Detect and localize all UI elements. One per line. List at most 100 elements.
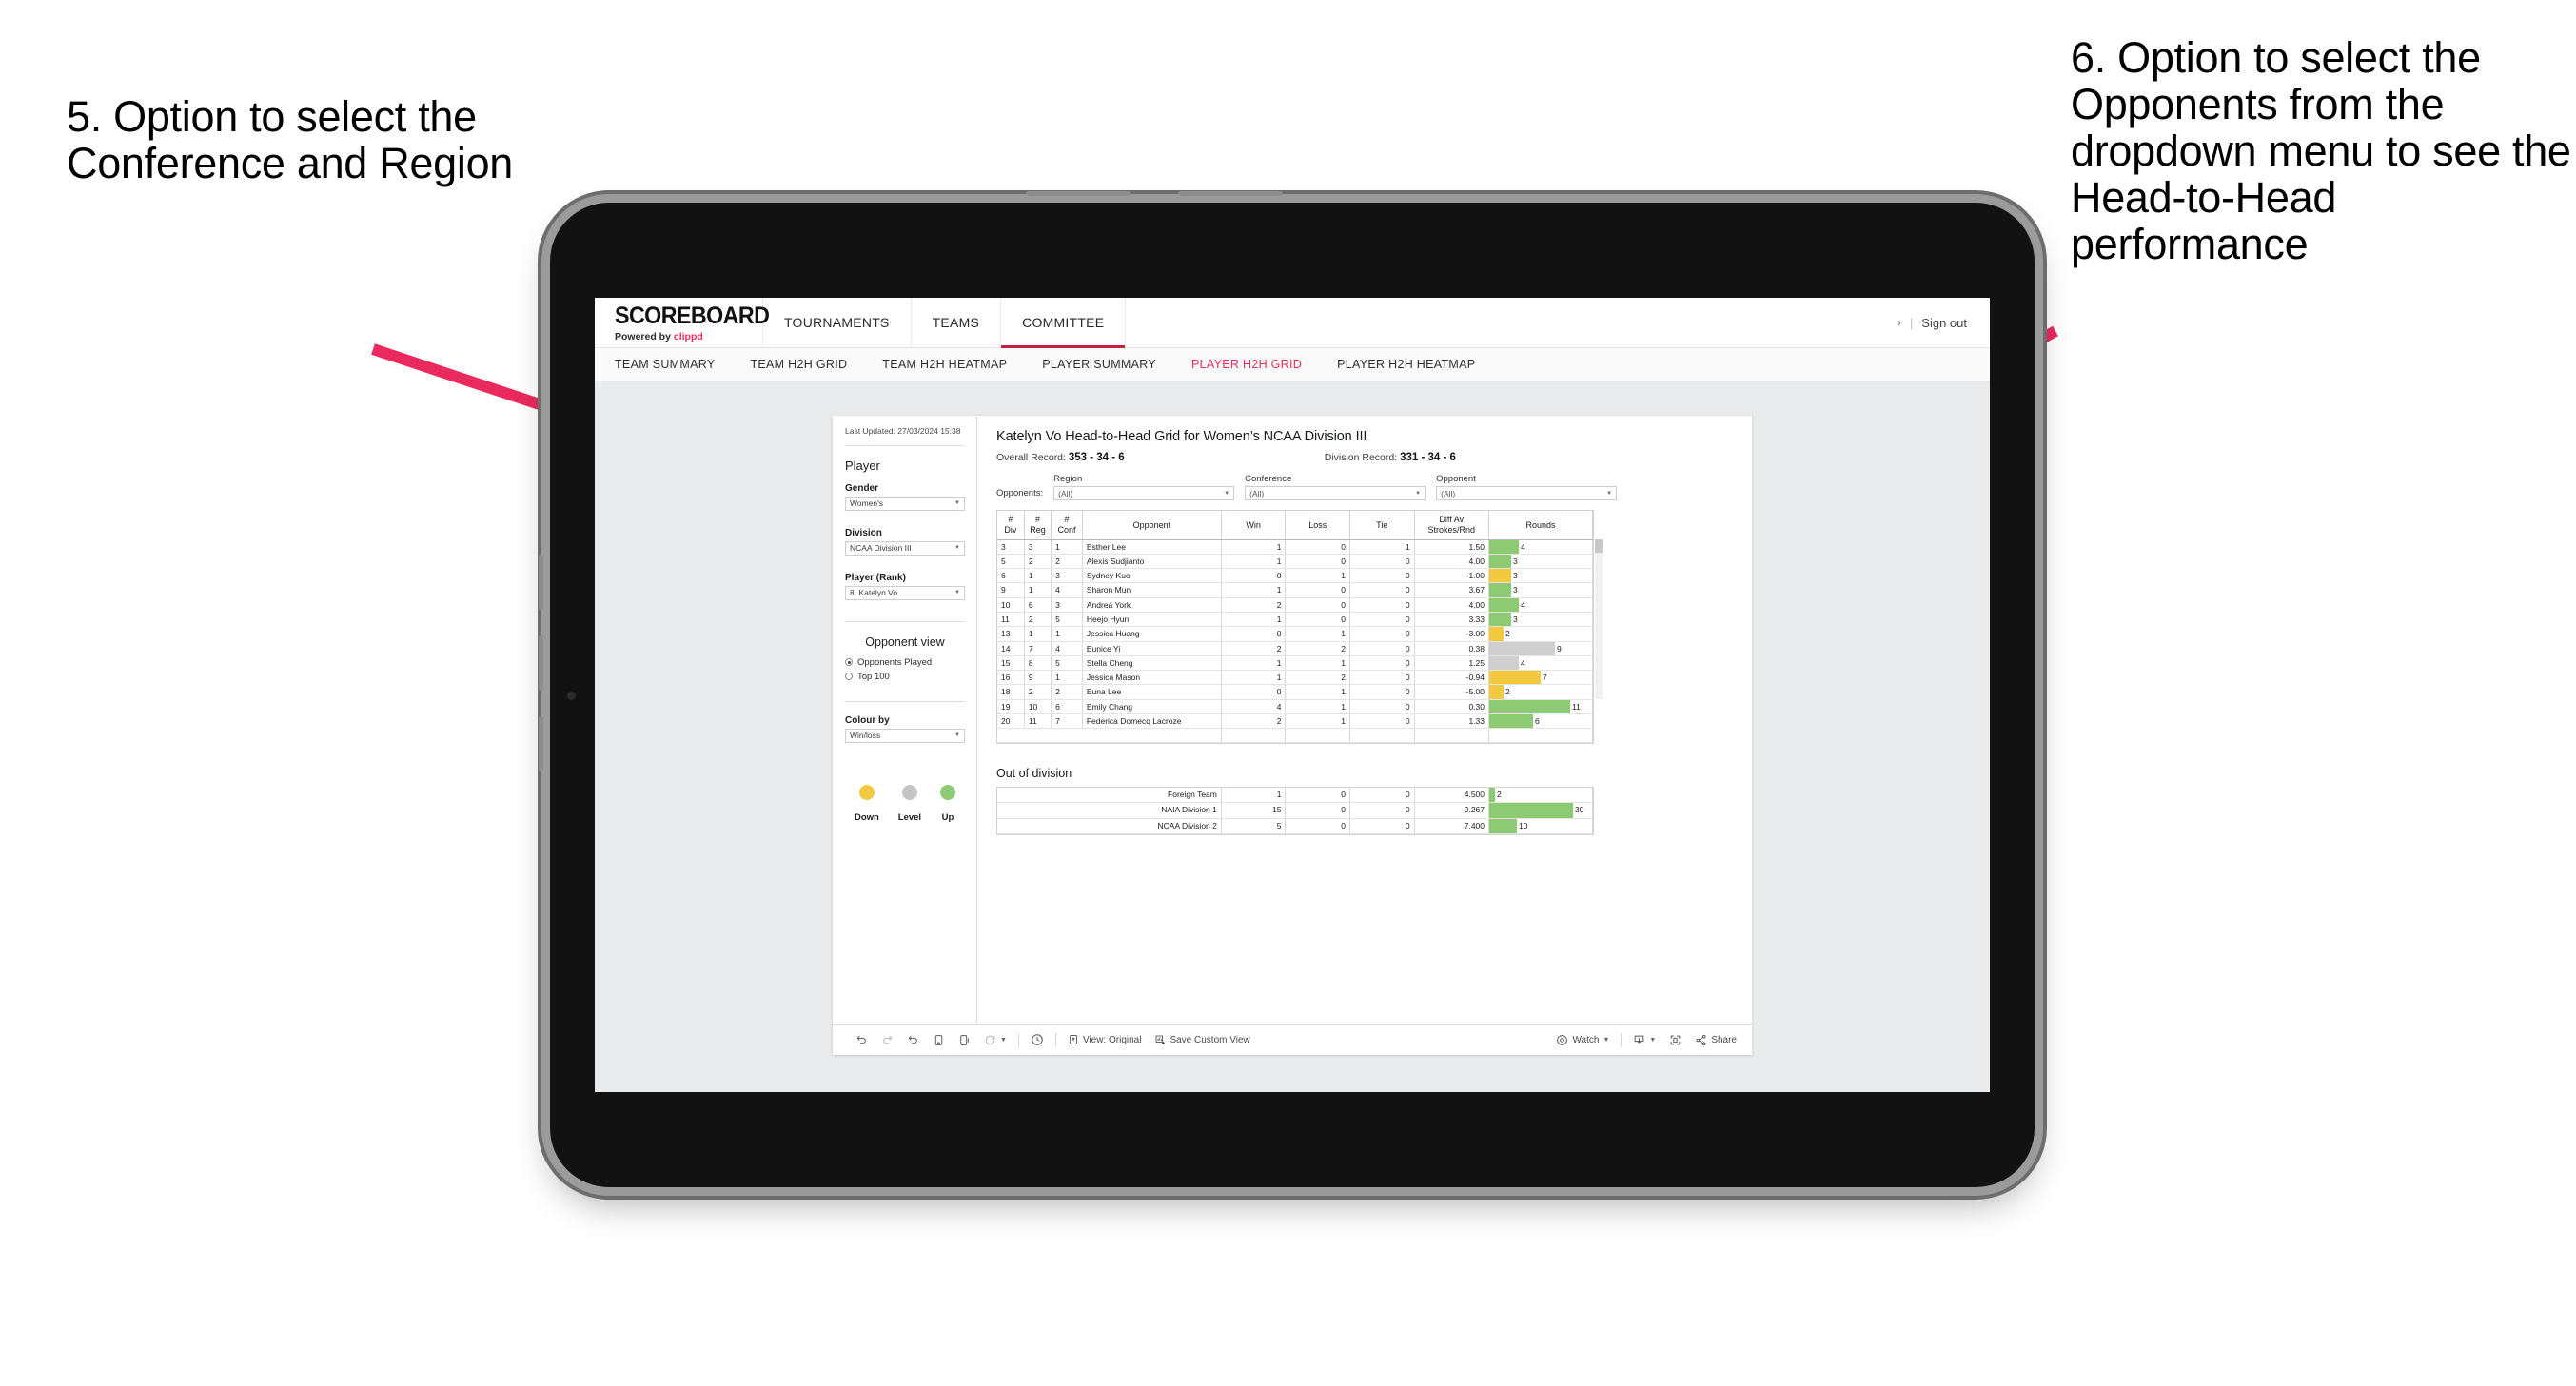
cell-rounds: 4 [1488,597,1593,613]
table-row[interactable]: 11 2 5 Heejo Hyun 1 0 0 3.33 3 [997,612,1593,628]
subnav-team-h2h-heatmap[interactable]: TEAM H2H HEATMAP [882,358,1007,371]
table-row[interactable]: 15 8 5 Stella Cheng 1 1 0 1.25 4 [997,655,1593,672]
cell-diff-av: 0.30 [1414,699,1490,715]
gender-select[interactable]: Women's ▼ [845,496,965,511]
colour-legend: Down Level Up [845,784,965,823]
pause-updates-button[interactable] [952,1034,977,1046]
subnav-player-h2h-grid[interactable]: PLAYER H2H GRID [1191,358,1302,371]
pause-auto-updates-button[interactable] [1024,1033,1051,1046]
refresh-dropdown-button[interactable]: ▼ [977,1034,1013,1046]
fullscreen-button[interactable] [1662,1034,1688,1046]
cell-ood-diff: 9.267 [1414,802,1490,819]
save-custom-view-button[interactable]: Save Custom View [1148,1034,1256,1045]
radio-top-100[interactable]: Top 100 [845,672,965,682]
nav-committee[interactable]: COMMITTEE [1001,298,1127,348]
col-reg[interactable]: # Reg [1024,511,1052,540]
table-row[interactable]: 10 6 3 Andrea York 2 0 0 4.00 4 [997,597,1593,613]
page-background: Last Updated: 27/03/2024 15:38 Player Ge… [595,381,1990,1092]
table-row[interactable]: 16 9 1 Jessica Mason 1 2 0 -0.94 7 [997,670,1593,686]
brand-sub-clippd: clippd [673,331,703,342]
grid-scrollbar-thumb[interactable] [1595,539,1603,553]
col-win[interactable]: Win [1221,511,1287,540]
opponent-filter-select[interactable]: (All) ▼ [1436,486,1618,500]
subnav-team-summary[interactable]: TEAM SUMMARY [615,358,715,371]
cell-rounds: 7 [1488,670,1593,686]
cell-ood-tie: 0 [1349,818,1415,835]
table-row[interactable]: 18 2 2 Euna Lee 0 1 0 -5.00 2 [997,684,1593,700]
watch-button[interactable]: Watch ▼ [1549,1034,1616,1046]
col-loss[interactable]: Loss [1285,511,1350,540]
sidebar-divider-2 [845,620,965,622]
cell-conf: 1 [1051,539,1083,555]
table-row[interactable]: 5 2 2 Alexis Sudjianto 1 0 0 4.00 3 [997,554,1593,570]
cell-diff-av: -3.00 [1414,626,1490,642]
opponent-filters: Opponents: Region (All) ▼ Conference (Al… [996,474,1735,500]
download-button[interactable]: ▼ [1626,1034,1662,1046]
table-row[interactable]: 6 1 3 Sydney Kuo 0 1 0 -1.00 3 [997,568,1593,584]
table-row[interactable]: 3 3 1 Esther Lee 1 0 1 1.50 4 [997,539,1593,555]
table-row[interactable]: 13 1 1 Jessica Huang 0 1 0 -3.00 2 [997,626,1593,642]
cell-ood-diff: 4.500 [1414,787,1490,804]
nav-tournaments[interactable]: TOURNAMENTS [763,298,912,347]
redo-button[interactable] [875,1034,900,1046]
cell-win: 2 [1221,641,1287,656]
h2h-grid-wrapper: # Div # Reg # Conf Opponent Win Loss Tie Di… [996,510,1603,744]
table-row[interactable]: NCAA Division 2 5 0 0 7.400 10 [997,818,1593,835]
header-right-controls: › | Sign out [1898,298,1990,347]
cell-reg: 2 [1024,684,1052,700]
tablet-device-frame: SCOREBOARD Powered by clippd TOURNAMENTS… [539,191,2035,1187]
gender-label: Gender [845,482,879,494]
conference-filter-select[interactable]: (All) ▼ [1245,486,1426,500]
view-original-button[interactable]: View: Original [1061,1034,1149,1045]
table-row[interactable]: 9 1 4 Sharon Mun 1 0 0 3.67 3 [997,582,1593,598]
cell-loss: 0 [1285,597,1350,613]
tablet-button-power [539,716,543,771]
table-row[interactable]: Foreign Team 1 0 0 4.500 2 [997,787,1593,804]
col-div[interactable]: # Div [997,511,1025,540]
conference-filter: Conference (All) ▼ [1245,474,1426,500]
cell-div: 13 [997,626,1025,642]
table-row[interactable]: 14 7 4 Eunice Yi 2 2 0 0.38 9 [997,641,1593,656]
gender-value: Women's [850,498,884,509]
subnav-player-h2h-heatmap[interactable]: PLAYER H2H HEATMAP [1337,358,1475,371]
tableau-toolbar: ▼ View: Original Save Custom View Watch … [833,1024,1752,1055]
table-row[interactable]: NAIA Division 1 15 0 0 9.267 30 [997,802,1593,819]
cell-reg: 6 [1024,597,1052,613]
tablet-button-volume-down [539,635,543,691]
refresh-data-button[interactable] [926,1034,952,1046]
col-diff-av[interactable]: Diff Av Strokes/Rnd [1414,511,1490,540]
cell-rounds: 4 [1488,539,1593,555]
undo-button[interactable] [849,1034,875,1046]
revert-button[interactable] [900,1034,926,1046]
region-filter-label: Region [1053,474,1083,484]
chevron-down-icon: ▼ [1606,490,1613,497]
radio-opponents-played[interactable]: Opponents Played [845,657,965,668]
colour-by-select[interactable]: Win/loss ▼ [845,728,965,743]
col-rounds[interactable]: Rounds [1488,511,1593,540]
subnav-player-summary[interactable]: PLAYER SUMMARY [1042,358,1156,371]
col-conf[interactable]: # Conf [1051,511,1083,540]
toolbar-separator-3 [1621,1032,1622,1047]
table-row[interactable]: 19 10 6 Emily Chang 4 1 0 0.30 11 [997,699,1593,715]
division-select[interactable]: NCAA Division III ▼ [845,540,965,556]
sign-out-link[interactable]: Sign out [1921,316,1967,330]
col-opponent[interactable]: Opponent [1082,511,1222,540]
h2h-grid-body: 3 3 1 Esther Lee 1 0 1 1.50 4 5 2 2 Alexis Sudjianto… [997,539,1593,743]
col-tie[interactable]: Tie [1349,511,1415,540]
chevron-right-icon[interactable]: › [1898,316,1901,329]
player-rank-select[interactable]: 8. Katelyn Vo ▼ [845,585,965,600]
grid-scrollbar-track[interactable] [1595,539,1603,699]
cell-reg: 1 [1024,582,1052,598]
share-button[interactable]: Share [1688,1034,1752,1046]
region-filter-select[interactable]: (All) ▼ [1053,486,1235,500]
cell-ood-loss: 0 [1285,802,1350,819]
cell-reg: 1 [1024,626,1052,642]
nav-teams[interactable]: TEAMS [912,298,1002,347]
filler-left [997,728,1222,743]
table-row[interactable]: 20 11 7 Federica Domecq Lacroze 2 1 0 1.33 6 [997,713,1593,730]
subnav-team-h2h-grid[interactable]: TEAM H2H GRID [750,358,847,371]
opponents-label: Opponents: [996,488,1044,498]
radio-icon-selected [845,658,853,667]
brand-logo[interactable]: SCOREBOARD Powered by clippd [595,298,770,347]
